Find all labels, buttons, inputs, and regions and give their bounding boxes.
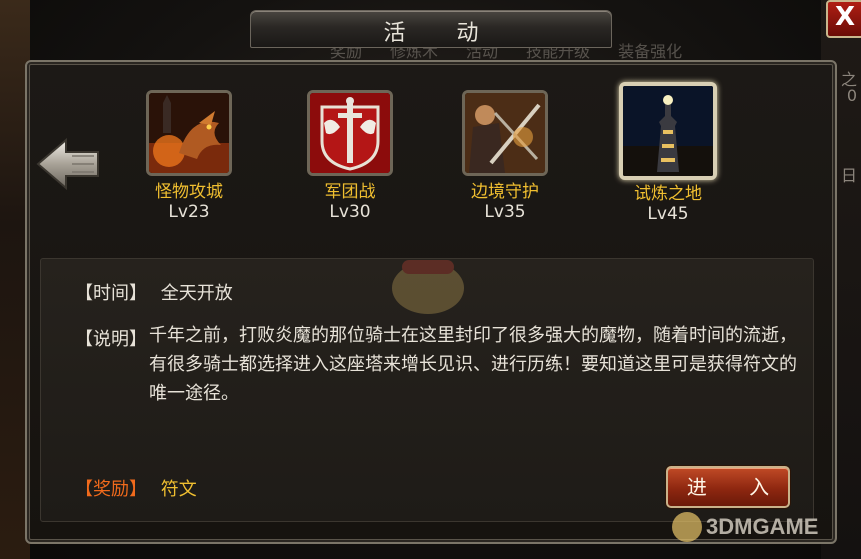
reward-value: 符文	[160, 479, 197, 500]
background-tab: 装备强化	[618, 42, 683, 61]
background-right-text: 日	[840, 166, 857, 185]
activity-icon-frame-selected	[619, 82, 717, 180]
activity-name: 试炼之地	[634, 184, 702, 204]
time-row: 【时间】 全天开放	[75, 279, 233, 305]
activity-icon-frame	[146, 90, 232, 176]
time-label: 【时间】	[75, 283, 147, 304]
desc-value: 千年之前，打败炎魔的那位骑士在这里封印了很多强大的魔物，随着时间的流逝，有很多骑…	[149, 325, 797, 404]
dragon-siege-icon	[149, 93, 229, 173]
reward-row: 【奖励】 符文	[75, 475, 197, 501]
activity-level: Lv35	[484, 202, 526, 222]
previous-arrow-icon[interactable]	[36, 136, 102, 192]
game-screen: 之 0 日 奖励 修炼术 活动 技能升级 装备强化 活 动 X 怪物攻城 Lv2…	[0, 0, 861, 559]
activity-level: Lv30	[329, 202, 371, 222]
watermark-text: 3DMGAME	[706, 514, 819, 539]
reward-label: 【奖励】	[75, 479, 147, 500]
activity-item-monster-siege[interactable]: 怪物攻城 Lv23	[134, 90, 244, 222]
time-value: 全天开放	[160, 283, 233, 304]
activity-name: 怪物攻城	[155, 182, 223, 202]
legion-sword-crest-icon	[310, 93, 390, 173]
activity-icon-frame	[462, 90, 548, 176]
activity-item-legion-war[interactable]: 军团战 Lv30	[295, 90, 405, 222]
title-bar: 活 动	[250, 10, 612, 48]
activity-icon-frame	[307, 90, 393, 176]
activity-item-border-guard[interactable]: 边境守护 Lv35	[450, 90, 560, 222]
watermark-logo-icon	[672, 512, 702, 542]
trial-tower-icon	[623, 86, 713, 176]
activity-item-trial-ground[interactable]: 试炼之地 Lv45	[613, 82, 723, 224]
window-title: 活 动	[383, 21, 501, 46]
watermark-mascot-icon	[392, 260, 464, 314]
activity-level: Lv45	[647, 204, 689, 224]
border-guard-warrior-icon	[465, 93, 545, 173]
activity-level: Lv23	[168, 202, 210, 222]
activity-name: 边境守护	[471, 182, 539, 202]
background-right-text: 0	[846, 86, 857, 105]
enter-button[interactable]: 进 入	[666, 466, 790, 508]
close-button[interactable]: X	[826, 0, 861, 38]
desc-label: 【说明】	[75, 329, 147, 350]
activity-name: 军团战	[324, 182, 376, 202]
